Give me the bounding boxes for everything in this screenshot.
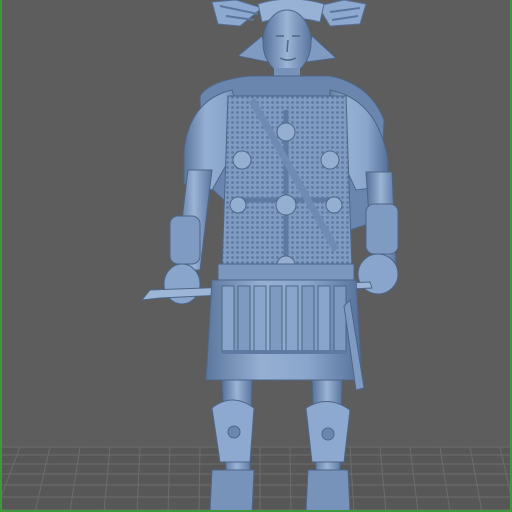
viewport-border-left [0,0,2,512]
floor-grid [0,446,512,512]
foot-right [305,469,351,512]
head [262,9,312,75]
bracer-left [169,215,201,265]
belt [217,263,355,281]
model-canvas[interactable] [0,0,512,512]
bracer-right [365,203,399,255]
centurion-statue[interactable] [140,0,399,512]
3d-viewport[interactable] [0,0,512,512]
foot-left [209,469,255,512]
